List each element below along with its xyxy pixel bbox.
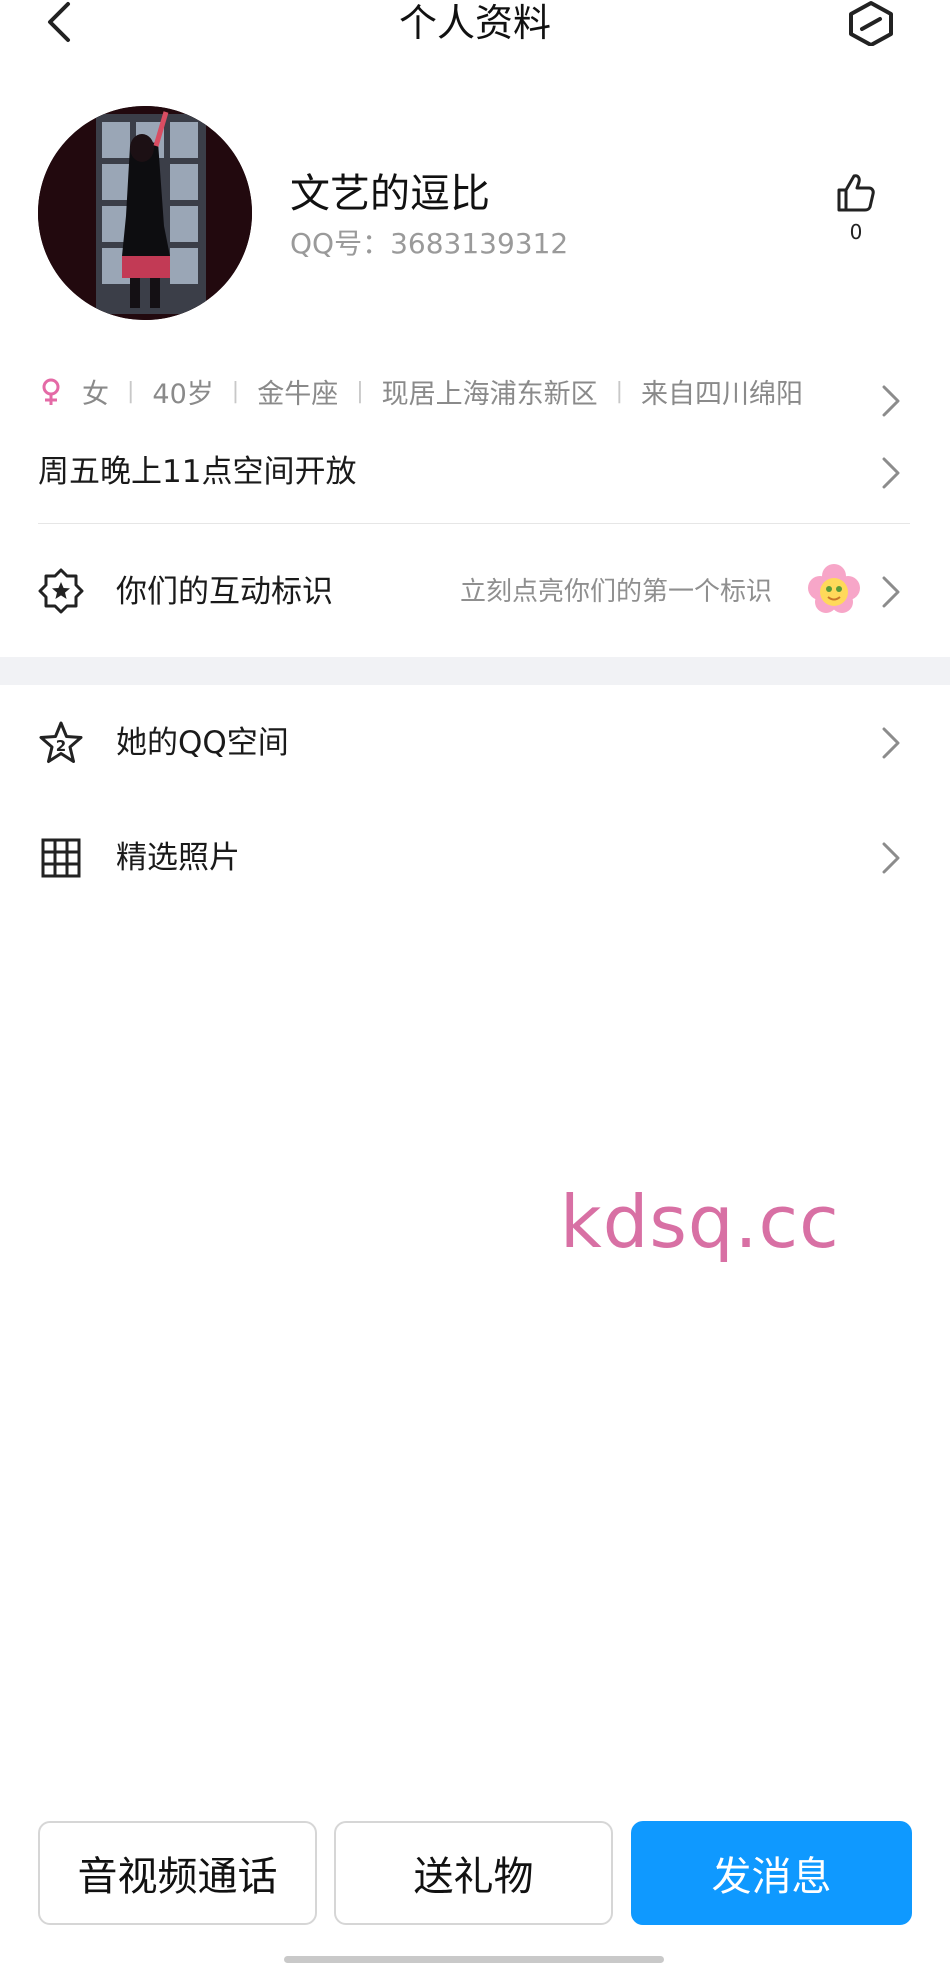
interaction-badge-row[interactable]: 你们的互动标识 立刻点亮你们的第一个标识 — [0, 552, 950, 632]
tag-separator: | — [127, 379, 135, 404]
divider — [38, 523, 910, 524]
flower-badge-icon — [808, 564, 860, 613]
hometown-tag: 来自四川绵阳 — [641, 379, 804, 410]
tag-separator: | — [356, 379, 364, 404]
menu-item-qq-space[interactable]: 2 她的QQ空间 — [0, 703, 950, 783]
avatar-photo — [38, 106, 252, 320]
residence-tag: 现居上海浦东新区 — [381, 379, 598, 410]
menu-item-featured-photos[interactable]: 精选照片 — [0, 818, 950, 898]
star-2-icon: 2 — [39, 721, 83, 763]
tag-separator: | — [615, 379, 624, 404]
menu-item-label: 精选照片 — [116, 840, 240, 876]
section-separator — [0, 657, 950, 685]
watermark: kdsq.cc — [560, 1180, 840, 1264]
like-button[interactable]: 0 — [830, 172, 882, 252]
badge-star-icon — [38, 568, 84, 614]
like-count: 0 — [849, 220, 863, 244]
chevron-right-icon — [882, 385, 900, 417]
signature: 周五晚上11点空间开放 — [38, 454, 357, 490]
page-title: 个人资料 — [398, 1, 551, 45]
chevron-right-icon — [882, 842, 900, 874]
gender-tag: 女 — [82, 379, 109, 410]
qq-number-line: QQ号：3683139312 — [290, 226, 568, 262]
female-icon — [42, 378, 60, 405]
zodiac-tag: 金牛座 — [257, 379, 339, 410]
voice-video-call-button[interactable]: 音视频通话 — [38, 1821, 317, 1925]
grid-icon — [41, 838, 81, 878]
tag-separator: | — [231, 379, 240, 404]
qq-label: QQ号： — [290, 227, 391, 260]
svg-text:2: 2 — [56, 737, 66, 755]
hexagon-slash-icon — [849, 1, 893, 47]
settings-button[interactable] — [846, 0, 896, 47]
qq-number: 3683139312 — [390, 227, 569, 260]
chevron-right-icon[interactable] — [880, 456, 902, 490]
send-gift-button[interactable]: 送礼物 — [334, 1821, 613, 1925]
chevron-right-icon — [882, 576, 900, 608]
age-tag: 40岁 — [152, 379, 214, 410]
top-bar: 个人资料 — [0, 0, 950, 60]
menu-item-label: 她的QQ空间 — [116, 725, 289, 761]
avatar[interactable] — [38, 106, 252, 320]
thumbs-up-icon — [837, 174, 875, 212]
interaction-badge-hint: 立刻点亮你们的第一个标识 — [460, 577, 773, 607]
profile-tags: 女 | 40岁 | 金牛座 | 现居上海浦东新区 | 来自四川绵阳 — [38, 372, 803, 411]
profile-tags-row[interactable]: 女 | 40岁 | 金牛座 | 现居上海浦东新区 | 来自四川绵阳 — [38, 372, 900, 417]
chevron-right-icon — [882, 727, 900, 759]
home-indicator[interactable] — [284, 1956, 664, 1963]
interaction-badge-label: 你们的互动标识 — [116, 574, 333, 610]
nickname: 文艺的逗比 — [290, 171, 490, 217]
send-message-button[interactable]: 发消息 — [631, 1821, 912, 1925]
